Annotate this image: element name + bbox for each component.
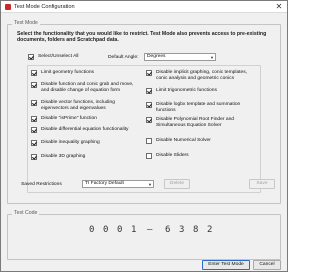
code-digit: 0 (117, 225, 123, 235)
chevron-down-icon: ▼ (148, 182, 152, 187)
code-digit: 0 (89, 225, 95, 235)
test-mode-group-label: Test Mode (12, 20, 40, 26)
save-button[interactable]: Save (249, 179, 275, 189)
option-label: Limit geometry functions (41, 70, 95, 75)
option-label: Disable differential equation functional… (41, 127, 129, 132)
code-separator: – (147, 225, 153, 235)
checkbox[interactable] (31, 140, 37, 147)
option-disable-diffeq[interactable]: Disable differential equation functional… (31, 127, 141, 134)
window-title: Test Mode Configuration (14, 4, 75, 10)
option-label: Disable 3D graphing (41, 154, 86, 159)
checkbox[interactable] (31, 100, 37, 107)
saved-restrictions-value: TI Factory Default (85, 181, 124, 186)
checkbox[interactable] (31, 70, 37, 77)
option-limit-geometry[interactable]: Limit geometry functions (31, 70, 139, 77)
code-digit: 1 (131, 225, 137, 235)
checkbox[interactable] (146, 153, 152, 160)
option-disable-polyroot[interactable]: Disable Polynomial Root Finder and Simul… (146, 117, 258, 129)
option-disable-grab-move[interactable]: Disable function and conic grab and move… (31, 82, 141, 94)
option-label: Disable function and conic grab and move… (41, 82, 134, 94)
checkbox[interactable] (31, 127, 37, 134)
option-label: Disable Polynomial Root Finder and Simul… (156, 117, 235, 129)
dialog-window: Test Mode Configuration ✕ Test Mode Sele… (0, 0, 288, 272)
option-label: Disable inequality graphing (41, 140, 100, 145)
saved-restrictions-select[interactable]: TI Factory Default ▼ (82, 180, 154, 188)
code-digit: 6 (165, 225, 171, 235)
option-disable-vectors[interactable]: Disable vector functions, including eige… (31, 100, 141, 112)
option-disable-numsolver[interactable]: Disable Numerical Solver (146, 138, 258, 145)
option-label: Disable implicit graphing, conic templat… (156, 70, 248, 82)
option-disable-sliders[interactable]: Disable Sliders (146, 153, 258, 160)
checkbox[interactable] (31, 116, 37, 123)
cancel-button[interactable]: Cancel (253, 260, 281, 270)
option-disable-3d[interactable]: Disable 3D graphing (31, 154, 141, 161)
code-digit: 0 (103, 225, 109, 235)
chevron-down-icon: ▼ (210, 55, 214, 60)
checkbox[interactable] (146, 102, 152, 109)
option-label: Limit trigonometric functions (156, 88, 217, 93)
default-angle-select[interactable]: Degrees ▼ (144, 53, 216, 61)
checkbox[interactable] (146, 117, 152, 124)
option-disable-implicit[interactable]: Disable implicit graphing, conic templat… (146, 70, 258, 82)
code-digit: 3 (179, 225, 185, 235)
code-digit: 2 (207, 225, 213, 235)
title-bar: Test Mode Configuration ✕ (1, 1, 287, 13)
checkbox[interactable] (146, 70, 152, 77)
option-label: Disable vector functions, including eige… (41, 100, 115, 112)
checkbox[interactable] (31, 82, 37, 89)
code-digit: 8 (193, 225, 199, 235)
test-code-group (7, 214, 281, 260)
saved-restrictions-label: Saved Restrictions (21, 182, 62, 187)
test-code-group-label: Test Code (12, 210, 40, 216)
close-icon[interactable]: ✕ (274, 2, 284, 12)
option-disable-isprime[interactable]: Disable "isPrime" function (31, 116, 141, 123)
app-icon (5, 4, 11, 10)
option-limit-trig[interactable]: Limit trigonometric functions (146, 88, 258, 95)
checkbox[interactable] (146, 88, 152, 95)
select-all-label: Select/Unselect All (38, 54, 79, 59)
option-label: Disable Sliders (156, 153, 189, 158)
checkbox[interactable] (146, 138, 152, 145)
checkbox[interactable] (31, 154, 37, 161)
option-disable-logbx[interactable]: Disable logbx template and summation fun… (146, 102, 258, 114)
enter-test-mode-button[interactable]: Enter Test Mode (202, 260, 250, 270)
delete-button[interactable]: Delete (164, 179, 190, 189)
option-disable-inequality[interactable]: Disable inequality graphing (31, 140, 141, 147)
option-label: Disable logbx template and summation fun… (156, 102, 241, 114)
option-label: Disable Numerical Solver (156, 138, 211, 143)
select-all-checkbox-row[interactable]: Select/Unselect All (28, 54, 79, 61)
select-all-checkbox[interactable] (28, 54, 34, 61)
default-angle-value: Degrees (147, 54, 166, 59)
default-angle-label: Default Angle: (108, 55, 139, 60)
description-text: Select the functionality that you would … (17, 31, 267, 44)
option-label: Disable "isPrime" function (41, 116, 97, 121)
